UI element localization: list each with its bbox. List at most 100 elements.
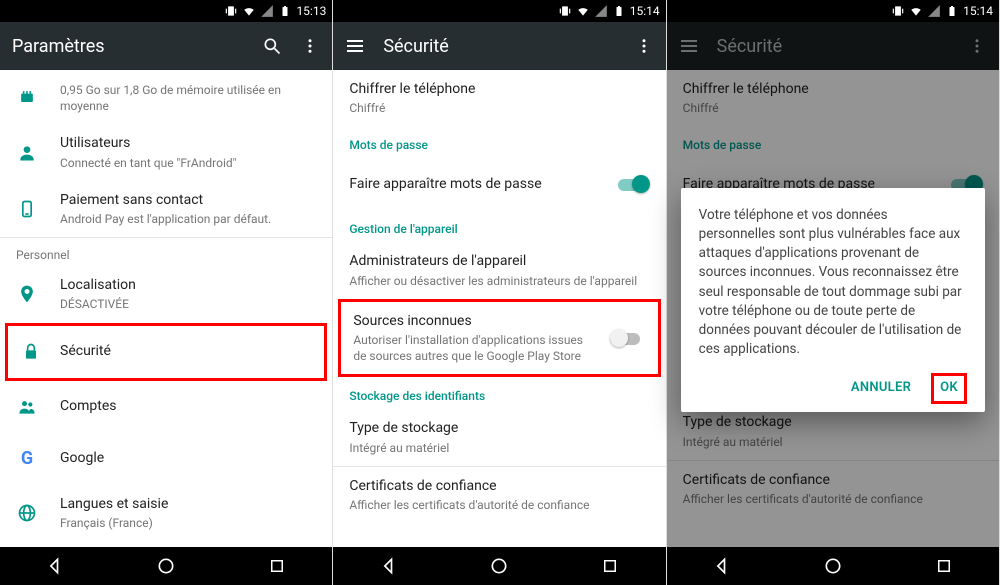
nfc-sub: Android Pay est l'application par défaut… (60, 211, 318, 227)
memory-sub: 0,95 Go sur 1,8 Go de mémoire utilisée e… (60, 82, 318, 114)
accounts-icon (16, 396, 38, 418)
list-item-location[interactable]: Localisation DÉSACTIVÉE (0, 266, 332, 322)
signal-icon (927, 4, 941, 18)
list-item-google[interactable]: G Google (0, 433, 332, 485)
encrypt-title: Chiffrer le téléphone (683, 80, 985, 98)
dialog-actions: ANNULER OK (699, 373, 967, 403)
app-bar: Sécurité (333, 22, 665, 70)
location-sub: DÉSACTIVÉE (60, 296, 318, 312)
storage-title: Type de stockage (349, 419, 651, 437)
page-title: Sécurité (383, 36, 615, 57)
nav-bar (333, 547, 665, 585)
users-title: Utilisateurs (60, 134, 318, 152)
confirm-dialog: Votre téléphone et vos données personnel… (681, 188, 985, 412)
recents-icon[interactable] (933, 555, 955, 577)
accounts-title: Comptes (60, 397, 318, 415)
dialog-message: Votre téléphone et vos données personnel… (699, 206, 967, 359)
wifi-icon (909, 4, 923, 18)
page-title: Paramètres (12, 36, 244, 57)
security-title: Sécurité (60, 342, 310, 360)
section-header-personnel: Personnel (0, 238, 332, 266)
clock-text: 15:14 (630, 4, 660, 18)
certs-sub: Afficher les certificats d'autorité de c… (683, 491, 985, 507)
back-icon[interactable] (378, 555, 400, 577)
storage-title: Type de stockage (683, 413, 985, 431)
certs-sub: Afficher les certificats d'autorité de c… (349, 497, 651, 513)
list-item-unknown-sources[interactable]: Sources inconnues Autoriser l'installati… (341, 302, 657, 375)
list-item-device-admins[interactable]: Administrateurs de l'appareil Afficher o… (333, 242, 665, 298)
overflow-menu-icon[interactable] (634, 36, 654, 56)
phone-screen-1: 15:13 Paramètres 0,95 Go sur 1,8 Go de m… (0, 0, 333, 585)
overflow-menu-icon[interactable] (300, 36, 320, 56)
memory-icon (16, 86, 38, 108)
globe-icon (16, 502, 38, 524)
list-item-accounts[interactable]: Comptes (0, 381, 332, 433)
certs-title: Certificats de confiance (683, 471, 985, 489)
home-icon[interactable] (488, 555, 510, 577)
toggle-unknown-sources[interactable] (610, 329, 644, 347)
encrypt-title: Chiffrer le téléphone (349, 80, 651, 98)
signal-icon (260, 4, 274, 18)
search-icon[interactable] (262, 36, 282, 56)
location-title: Localisation (60, 276, 318, 294)
unknown-title: Sources inconnues (353, 312, 587, 330)
location-icon (16, 283, 38, 305)
section-header-admin: Gestion de l'appareil (333, 210, 665, 242)
clock-text: 15:13 (296, 4, 326, 18)
wifi-icon (242, 4, 256, 18)
list-item-memory[interactable]: 0,95 Go sur 1,8 Go de mémoire utilisée e… (0, 70, 332, 124)
nav-bar (667, 547, 999, 585)
overflow-menu-icon[interactable] (967, 36, 987, 56)
list-item-encrypt: Chiffrer le téléphone Chiffré (667, 70, 999, 126)
section-header-creds: Stockage des identifiants (333, 377, 665, 409)
encrypt-sub: Chiffré (683, 100, 985, 116)
nav-bar (0, 547, 332, 585)
back-icon[interactable] (44, 555, 66, 577)
nfc-title: Paiement sans contact (60, 191, 318, 209)
status-bar: 15:14 (667, 0, 999, 22)
nfc-icon (16, 198, 38, 220)
home-icon[interactable] (822, 555, 844, 577)
list-item-show-passwords[interactable]: Faire apparaître mots de passe (333, 158, 665, 210)
admins-title: Administrateurs de l'appareil (349, 252, 651, 270)
menu-icon[interactable] (345, 36, 365, 56)
app-bar: Sécurité (667, 22, 999, 70)
vibrate-icon (891, 4, 905, 18)
highlight-security: Sécurité (5, 323, 327, 381)
encrypt-sub: Chiffré (349, 100, 651, 116)
list-item-storage-type: Type de stockage Intégré au matériel (667, 403, 999, 459)
lock-icon (20, 341, 42, 363)
storage-sub: Intégré au matériel (349, 440, 651, 456)
list-item-users[interactable]: Utilisateurs Connecté en tant que "FrAnd… (0, 124, 332, 180)
back-icon[interactable] (711, 555, 733, 577)
clock-text: 15:14 (963, 4, 993, 18)
signal-icon (594, 4, 608, 18)
menu-icon[interactable] (679, 36, 699, 56)
list-item-security[interactable]: Sécurité (8, 326, 324, 378)
cancel-button[interactable]: ANNULER (843, 373, 919, 403)
showpw-title: Faire apparaître mots de passe (349, 175, 595, 193)
list-item-language[interactable]: Langues et saisie Français (France) (0, 485, 332, 541)
page-title: Sécurité (717, 36, 949, 57)
users-sub: Connecté en tant que "FrAndroid" (60, 155, 318, 171)
phone-screen-2: 15:14 Sécurité Chiffrer le téléphone Chi… (333, 0, 666, 585)
app-bar: Paramètres (0, 22, 332, 70)
ok-button[interactable]: OK (931, 373, 967, 403)
lang-sub: Français (France) (60, 515, 318, 531)
list-item-trusted-certs[interactable]: Certificats de confiance Afficher les ce… (333, 467, 665, 523)
home-icon[interactable] (155, 555, 177, 577)
recents-icon[interactable] (599, 555, 621, 577)
toggle-show-passwords[interactable] (618, 175, 652, 193)
status-bar: 15:14 (333, 0, 665, 22)
wifi-icon (576, 4, 590, 18)
battery-icon (945, 4, 959, 18)
list-item-storage-type[interactable]: Type de stockage Intégré au matériel (333, 409, 665, 465)
highlight-unknown-sources: Sources inconnues Autoriser l'installati… (338, 299, 660, 378)
list-item-nfc-payment[interactable]: Paiement sans contact Android Pay est l'… (0, 181, 332, 237)
vibrate-icon (558, 4, 572, 18)
list-item-encrypt[interactable]: Chiffrer le téléphone Chiffré (333, 70, 665, 126)
list-item-trusted-certs: Certificats de confiance Afficher les ce… (667, 461, 999, 517)
vibrate-icon (224, 4, 238, 18)
battery-icon (278, 4, 292, 18)
recents-icon[interactable] (266, 555, 288, 577)
